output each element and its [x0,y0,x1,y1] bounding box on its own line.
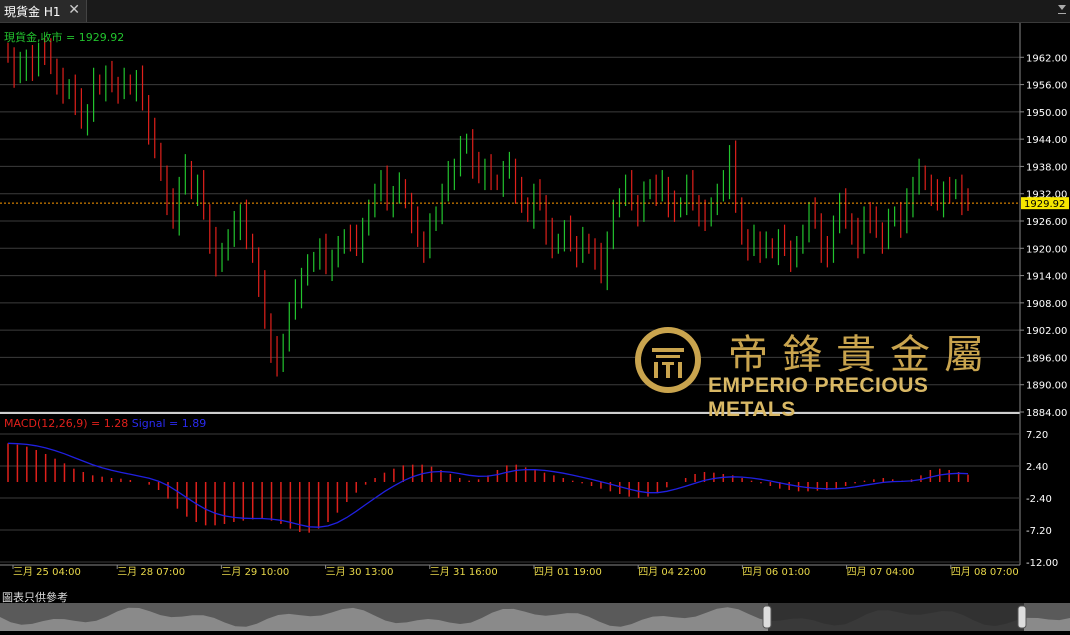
price-axis-label: 1962.00 [1026,53,1067,64]
macd-axis-label: -12.00 [1026,558,1058,569]
price-axis-label: 1956.00 [1026,81,1067,92]
signal-value-label: Signal = 1.89 [131,417,207,430]
time-axis-label: 三月 31 16:00 [430,566,498,578]
macd-value-label: MACD(12,26,9) = 1.28 [4,417,129,430]
price-axis-label: 1902.00 [1026,326,1067,337]
time-axis-label: 三月 28 07:00 [117,566,185,578]
macd-axis-label: 2.40 [1026,462,1048,473]
time-axis-label: 三月 29 10:00 [221,566,289,578]
time-axis-label: 四月 07 04:00 [847,566,915,578]
window-menu-icon[interactable] [1054,0,1070,22]
time-axis-label: 四月 06 01:00 [742,566,810,578]
navigator-window [768,603,1024,631]
logo-chinese-text: 帝鋒貴金屬 [728,332,998,378]
time-axis-label: 三月 25 04:00 [13,566,81,578]
logo-english-text: EMPERIO PRECIOUS METALS [708,374,929,421]
macd-axis-label: -7.20 [1026,526,1052,537]
price-axis-label: 1884.00 [1026,408,1067,419]
navigator-right-handle[interactable] [1017,605,1027,629]
price-series-label: 現貨金,收市 = 1929.92 [4,31,125,44]
price-axis-label: 1908.00 [1026,299,1067,310]
macd-label: MACD(12,26,9) = 1.28 Signal = 1.89 [4,417,206,430]
tab-chart[interactable]: 現貨金 H1 ✕ [0,0,87,22]
price-axis-label: 1926.00 [1026,217,1067,228]
broker-logo: 帝鋒貴金屬 EMPERIO PRECIOUS METALS [632,322,1002,421]
emblem-icon [635,327,701,393]
chart-area[interactable]: 1962.001956.001950.001944.001938.001932.… [0,23,1070,603]
price-axis-label: 1944.00 [1026,135,1067,146]
navigator-left-handle[interactable] [762,605,772,629]
price-axis-label: 1920.00 [1026,244,1067,255]
time-axis-label: 四月 04 22:00 [638,566,706,578]
time-axis-label: 四月 08 07:00 [951,566,1019,578]
macd-axis-label: 7.20 [1026,430,1048,441]
price-axis-label: 1890.00 [1026,381,1067,392]
time-axis-label: 三月 30 13:00 [326,566,394,578]
signal-line [7,442,969,528]
tab-bar: 現貨金 H1 ✕ [0,0,1070,23]
price-axis-label: 1938.00 [1026,162,1067,173]
price-axis-label: 1914.00 [1026,272,1067,283]
time-axis-label: 四月 01 19:00 [534,566,602,578]
tab-title: 現貨金 H1 [4,4,61,19]
price-axis-label: 1950.00 [1026,108,1067,119]
current-price-value: 1929.92 [1024,199,1065,210]
close-icon[interactable]: ✕ [68,2,80,18]
price-axis-label: 1896.00 [1026,353,1067,364]
navigator-overview[interactable] [0,603,1070,631]
chart-navigator[interactable] [0,603,1070,631]
macd-axis-label: -2.40 [1026,494,1052,505]
